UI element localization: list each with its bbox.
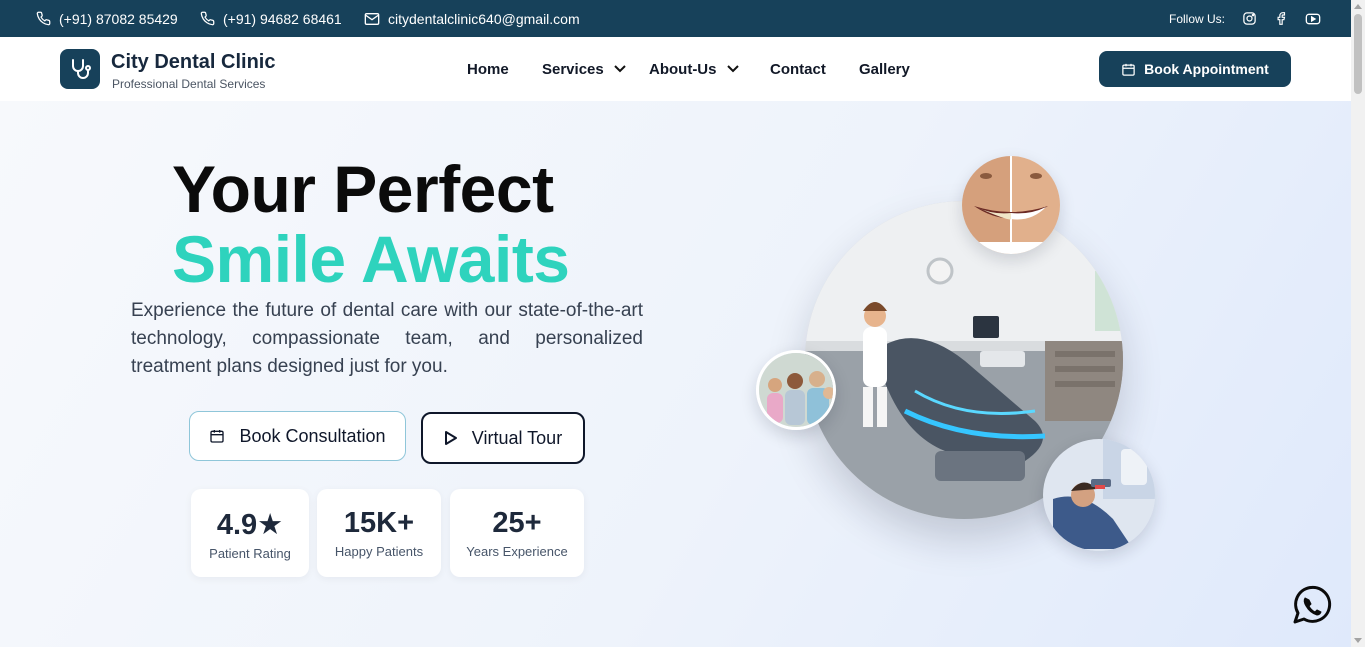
chevron-down-icon [726,65,739,73]
calendar-icon [210,430,225,443]
smile-before-after-image [962,156,1060,254]
nav-gallery-label: Gallery [859,60,910,78]
book-appointment-label: Book Appointment [1144,61,1269,77]
phone-1[interactable]: (+91) 87082 85429 [36,0,178,37]
nav-home[interactable]: Home [467,37,509,101]
mail-icon [364,12,380,25]
facebook-icon[interactable] [1273,11,1289,27]
hero-description: Experience the future of dental care wit… [131,300,643,377]
social-follow: Follow Us: [1169,0,1321,37]
chevron-down-icon [614,65,626,73]
virtual-tour-label: Virtual Tour [471,427,563,448]
top-info-bar: (+91) 87082 85429 (+91) 94682 68461 city… [0,0,1351,37]
brand-tagline: Professional Dental Services [112,77,266,91]
youtube-icon[interactable] [1305,11,1321,27]
nav-gallery[interactable]: Gallery [859,37,910,101]
phone-2[interactable]: (+91) 94682 68461 [200,0,342,37]
whatsapp-icon [1293,585,1332,624]
scroll-up-arrow[interactable] [1354,4,1362,9]
stat-value: 15K+ [343,507,415,539]
phone-icon [36,11,51,26]
nav-about[interactable]: About-Us [649,37,739,101]
book-consultation-label: Book Consultation [239,425,386,446]
book-consultation-button[interactable]: Book Consultation [189,411,406,461]
nav-about-label: About-Us [649,60,717,78]
nav-services-label: Services [542,60,604,78]
logo[interactable] [60,49,100,89]
phone-2-text: (+91) 94682 68461 [223,10,342,27]
virtual-tour-button[interactable]: Virtual Tour [421,412,585,464]
hero-section: Your Perfect Smile Awaits Experience the… [0,101,1351,647]
follow-label: Follow Us: [1168,11,1225,26]
phone-icon [200,11,215,26]
play-icon [444,431,457,445]
nav-home-label: Home [467,60,509,78]
stat-card-experience: 25+ Years Experience [450,489,584,577]
stat-label: Happy Patients [334,544,424,559]
nav-contact-label: Contact [770,60,826,78]
whatsapp-chat-button[interactable] [1289,584,1333,628]
phone-1-text: (+91) 87082 85429 [59,10,178,27]
stat-label: Patient Rating [209,546,291,561]
book-appointment-button[interactable]: Book Appointment [1099,51,1291,87]
hero-title-line1: Your Perfect [172,152,554,226]
stat-label: Years Experience [466,544,568,559]
scroll-thumb[interactable] [1354,14,1362,94]
family-patients-image [756,350,836,430]
stat-value: 4.9★ [216,509,284,541]
stat-card-rating: 4.9★ Patient Rating [191,489,309,577]
nav-contact[interactable]: Contact [770,37,826,101]
nav-services[interactable]: Services [542,37,626,101]
stethoscope-icon [72,59,91,79]
email-link[interactable]: citydentalclinic640@gmail.com [364,0,580,37]
calendar-icon [1122,63,1135,76]
scroll-down-arrow[interactable] [1354,638,1362,643]
main-navbar: City Dental Clinic Professional Dental S… [0,37,1351,101]
patient-treatment-image [1043,439,1155,551]
hero-title-line2: Smile Awaits [172,222,570,296]
stat-card-patients: 15K+ Happy Patients [317,489,441,577]
instagram-icon[interactable] [1241,11,1257,27]
page-scrollbar[interactable] [1351,0,1365,647]
brand-name[interactable]: City Dental Clinic [111,51,275,74]
email-text: citydentalclinic640@gmail.com [388,10,580,27]
stat-value: 25+ [492,507,542,539]
